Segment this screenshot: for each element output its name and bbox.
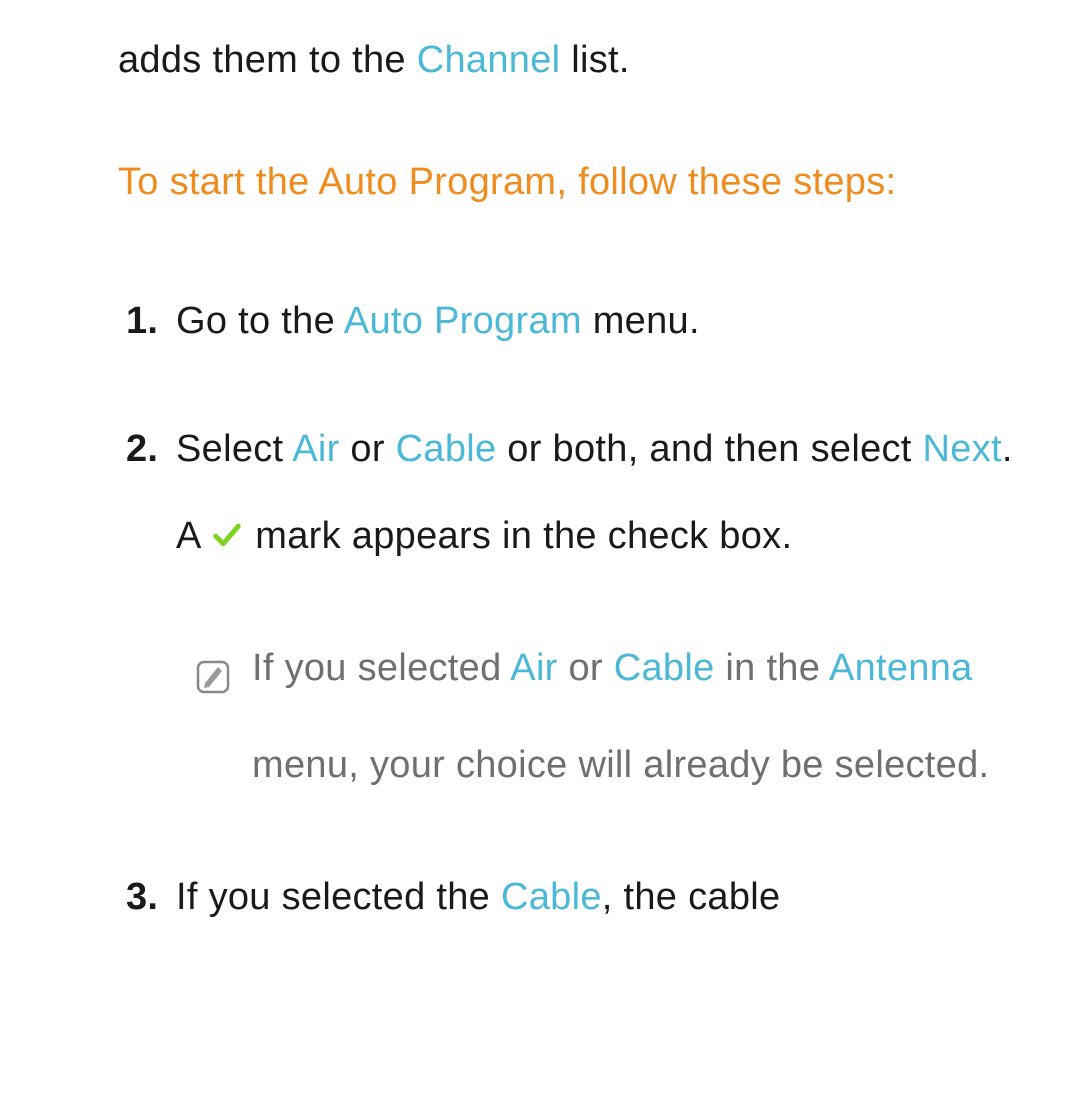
- next-term: Next: [923, 428, 1002, 470]
- section-heading: To start the Auto Program, follow these …: [118, 139, 1040, 226]
- note-block: If you selected Air or Cable in the Ante…: [176, 620, 1040, 814]
- step-1-pre: Go to the: [176, 300, 344, 342]
- document-page: adds them to the Channel list. To start …: [0, 0, 1080, 1012]
- intro-pre: adds them to the: [118, 39, 417, 81]
- auto-program-term: Auto Program: [344, 300, 582, 342]
- step-3-p2: , the cable: [602, 876, 781, 918]
- step-1-post: menu.: [582, 300, 700, 342]
- cable-term: Cable: [396, 428, 497, 470]
- step-3-number: 3.: [126, 854, 158, 941]
- air-term: Air: [292, 428, 339, 470]
- step-1: 1. Go to the Auto Program menu.: [118, 278, 1040, 365]
- note-p1: If you selected: [252, 647, 510, 689]
- note-antenna-term: Antenna: [829, 647, 973, 689]
- step-3-cable-term: Cable: [501, 876, 602, 918]
- channel-term: Channel: [417, 39, 561, 81]
- intro-post: list.: [560, 39, 629, 81]
- checkmark-icon: [210, 515, 244, 557]
- note-icon: [196, 634, 230, 668]
- step-2-text-a: Select: [176, 428, 292, 470]
- intro-line: adds them to the Channel list.: [118, 30, 1040, 91]
- note-cable-term: Cable: [614, 647, 715, 689]
- note-p2: or: [558, 647, 614, 689]
- step-3-p1: If you selected the: [176, 876, 501, 918]
- step-2: 2. Select Air or Cable or both, and then…: [118, 406, 1040, 815]
- step-2-text-b: or: [340, 428, 396, 470]
- step-2-number: 2.: [126, 406, 158, 493]
- step-2-text-e: mark appears in the check box.: [244, 515, 792, 557]
- steps-list: 1. Go to the Auto Program menu. 2. Selec…: [118, 278, 1040, 941]
- step-1-number: 1.: [126, 278, 158, 365]
- note-air-term: Air: [510, 647, 557, 689]
- note-p3: in the: [715, 647, 829, 689]
- step-3: 3. If you selected the Cable, the cable: [118, 854, 1040, 941]
- note-p4: menu, your choice will already be select…: [252, 744, 989, 786]
- step-2-text-c: or both, and then select: [496, 428, 922, 470]
